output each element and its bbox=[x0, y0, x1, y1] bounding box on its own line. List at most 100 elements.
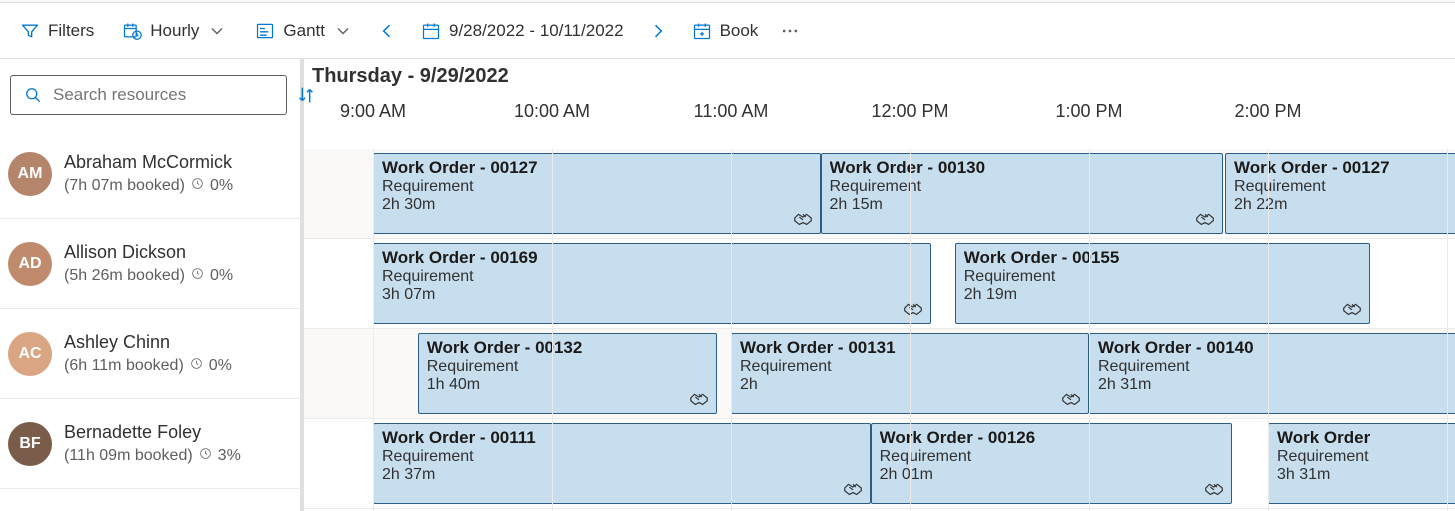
resource-name: Bernadette Foley bbox=[64, 422, 241, 443]
schedule-row[interactable]: Work Order - 00169Requirement3h 07mWork … bbox=[304, 239, 1455, 329]
booking-title: Work Order - 00130 bbox=[830, 158, 1215, 178]
booking-subtitle: Requirement bbox=[382, 448, 862, 466]
booking-duration: 2h 01m bbox=[880, 466, 1224, 484]
filters-label: Filters bbox=[48, 21, 94, 41]
handshake-icon bbox=[1203, 477, 1225, 499]
resource-name: Ashley Chinn bbox=[64, 332, 232, 353]
avatar: AD bbox=[8, 242, 52, 286]
booking[interactable]: Work OrderRequirement3h 31m bbox=[1268, 423, 1455, 504]
resource-row[interactable]: BF Bernadette Foley (11h 09m booked)3% bbox=[0, 399, 300, 489]
resource-row[interactable]: AD Allison Dickson (5h 26m booked)0% bbox=[0, 219, 300, 309]
clock-icon bbox=[191, 267, 204, 285]
overflow-button[interactable] bbox=[774, 11, 806, 51]
search-input[interactable] bbox=[53, 85, 274, 105]
chevron-down-icon bbox=[333, 21, 353, 41]
booking-subtitle: Requirement bbox=[382, 178, 812, 196]
booking-subtitle: Requirement bbox=[382, 268, 922, 286]
time-label: 11:00 AM bbox=[694, 101, 769, 122]
search-icon bbox=[23, 85, 43, 105]
handshake-icon bbox=[842, 477, 864, 499]
booking-duration: 2h bbox=[740, 376, 1080, 394]
time-label: 12:00 PM bbox=[871, 101, 948, 122]
time-label: 10:00 AM bbox=[514, 101, 590, 122]
filters-button[interactable]: Filters bbox=[8, 11, 106, 51]
booking[interactable]: Work Order - 00131Requirement2h bbox=[731, 333, 1089, 414]
handshake-icon bbox=[902, 297, 924, 319]
toolbar: Filters Hourly Gantt 9/28/2022 - 10/11/2… bbox=[0, 3, 1455, 59]
booking[interactable]: Work Order - 00126Requirement2h 01m bbox=[871, 423, 1233, 504]
booking-duration: 2h 30m bbox=[382, 196, 812, 214]
time-label: 1:00 PM bbox=[1055, 101, 1122, 122]
booking-title: Work Order - 00127 bbox=[382, 158, 812, 178]
booking-subtitle: Requirement bbox=[1234, 178, 1455, 196]
booking-title: Work Order - 00127 bbox=[1234, 158, 1455, 178]
schedule-row[interactable]: Work Order - 00132Requirement1h 40mWork … bbox=[304, 329, 1455, 419]
calendar-clock-icon bbox=[122, 21, 142, 41]
booking-duration: 2h 31m bbox=[1098, 376, 1455, 394]
booking[interactable]: Work Order - 00132Requirement1h 40m bbox=[418, 333, 717, 414]
resource-row[interactable]: AM Abraham McCormick (7h 07m booked)0% bbox=[0, 129, 300, 219]
booking-title: Work Order - 00169 bbox=[382, 248, 922, 268]
booking-title: Work Order - 00155 bbox=[964, 248, 1361, 268]
handshake-icon bbox=[1194, 207, 1216, 229]
search-resources[interactable] bbox=[10, 75, 287, 115]
booking[interactable]: Work Order - 00169Requirement3h 07m bbox=[373, 243, 931, 324]
book-button[interactable]: Book bbox=[680, 11, 771, 51]
view-dropdown[interactable]: Gantt bbox=[243, 11, 365, 51]
time-header: 8:00 AM9:00 AM10:00 AM11:00 AM12:00 PM1:… bbox=[304, 93, 1455, 149]
booking-subtitle: Requirement bbox=[830, 178, 1215, 196]
schedule-board: Thursday - 9/29/2022 8:00 AM9:00 AM10:00… bbox=[304, 59, 1455, 511]
booking-title: Work Order - 00111 bbox=[382, 428, 862, 448]
date-range-button[interactable]: 9/28/2022 - 10/11/2022 bbox=[409, 11, 636, 51]
next-button[interactable] bbox=[640, 11, 676, 51]
booking-title: Work Order - 00126 bbox=[880, 428, 1224, 448]
booking[interactable]: Work Order - 00127Requirement2h 30m bbox=[373, 153, 821, 234]
date-header: Thursday - 9/29/2022 bbox=[304, 59, 1455, 93]
clock-icon bbox=[190, 357, 203, 375]
schedule-row[interactable]: Work Order - 00127Requirement2h 30mWork … bbox=[304, 149, 1455, 239]
resource-name: Allison Dickson bbox=[64, 242, 233, 263]
more-icon bbox=[780, 21, 800, 41]
booking[interactable]: Work Order - 00140Requirement2h 31m bbox=[1089, 333, 1455, 414]
resource-meta: (5h 26m booked)0% bbox=[64, 267, 233, 285]
booking-duration: 2h 37m bbox=[382, 466, 862, 484]
calendar-plus-icon bbox=[692, 21, 712, 41]
booking-subtitle: Requirement bbox=[964, 268, 1361, 286]
booking-subtitle: Requirement bbox=[427, 358, 708, 376]
prev-button[interactable] bbox=[369, 11, 405, 51]
booking-duration: 2h 22m bbox=[1234, 196, 1455, 214]
booking-duration: 3h 07m bbox=[382, 286, 922, 304]
filter-icon bbox=[20, 21, 40, 41]
booking-subtitle: Requirement bbox=[1277, 448, 1455, 466]
booking-subtitle: Requirement bbox=[1098, 358, 1455, 376]
booking-subtitle: Requirement bbox=[880, 448, 1224, 466]
avatar: BF bbox=[8, 422, 52, 466]
booking[interactable]: Work Order - 00130Requirement2h 15m bbox=[821, 153, 1224, 234]
booking[interactable]: Work Order - 00111Requirement2h 37m bbox=[373, 423, 871, 504]
time-label: 9:00 AM bbox=[340, 101, 406, 122]
booking-duration: 2h 15m bbox=[830, 196, 1215, 214]
gantt-icon bbox=[255, 21, 275, 41]
avatar: AC bbox=[8, 332, 52, 376]
schedule-row[interactable]: Work Order - 00111Requirement2h 37mWork … bbox=[304, 419, 1455, 509]
date-range-label: 9/28/2022 - 10/11/2022 bbox=[449, 21, 624, 41]
resource-meta: (11h 09m booked)3% bbox=[64, 447, 241, 465]
handshake-icon bbox=[792, 207, 814, 229]
granularity-label: Hourly bbox=[150, 21, 199, 41]
booking-title: Work Order - 00132 bbox=[427, 338, 708, 358]
booking-duration: 1h 40m bbox=[427, 376, 708, 394]
handshake-icon bbox=[1060, 387, 1082, 409]
booking-title: Work Order - 00131 bbox=[740, 338, 1080, 358]
resource-meta: (6h 11m booked)0% bbox=[64, 357, 232, 375]
granularity-dropdown[interactable]: Hourly bbox=[110, 11, 239, 51]
booking-title: Work Order bbox=[1277, 428, 1455, 448]
resource-name: Abraham McCormick bbox=[64, 152, 233, 173]
resource-panel: AM Abraham McCormick (7h 07m booked)0% AD Al… bbox=[0, 59, 304, 511]
booking[interactable]: Work Order - 00127Requirement2h 22m bbox=[1225, 153, 1455, 234]
booking[interactable]: Work Order - 00155Requirement2h 19m bbox=[955, 243, 1370, 324]
resource-meta: (7h 07m booked)0% bbox=[64, 177, 233, 195]
view-label: Gantt bbox=[283, 21, 325, 41]
chevron-left-icon bbox=[377, 21, 397, 41]
avatar: AM bbox=[8, 152, 52, 196]
resource-row[interactable]: AC Ashley Chinn (6h 11m booked)0% bbox=[0, 309, 300, 399]
